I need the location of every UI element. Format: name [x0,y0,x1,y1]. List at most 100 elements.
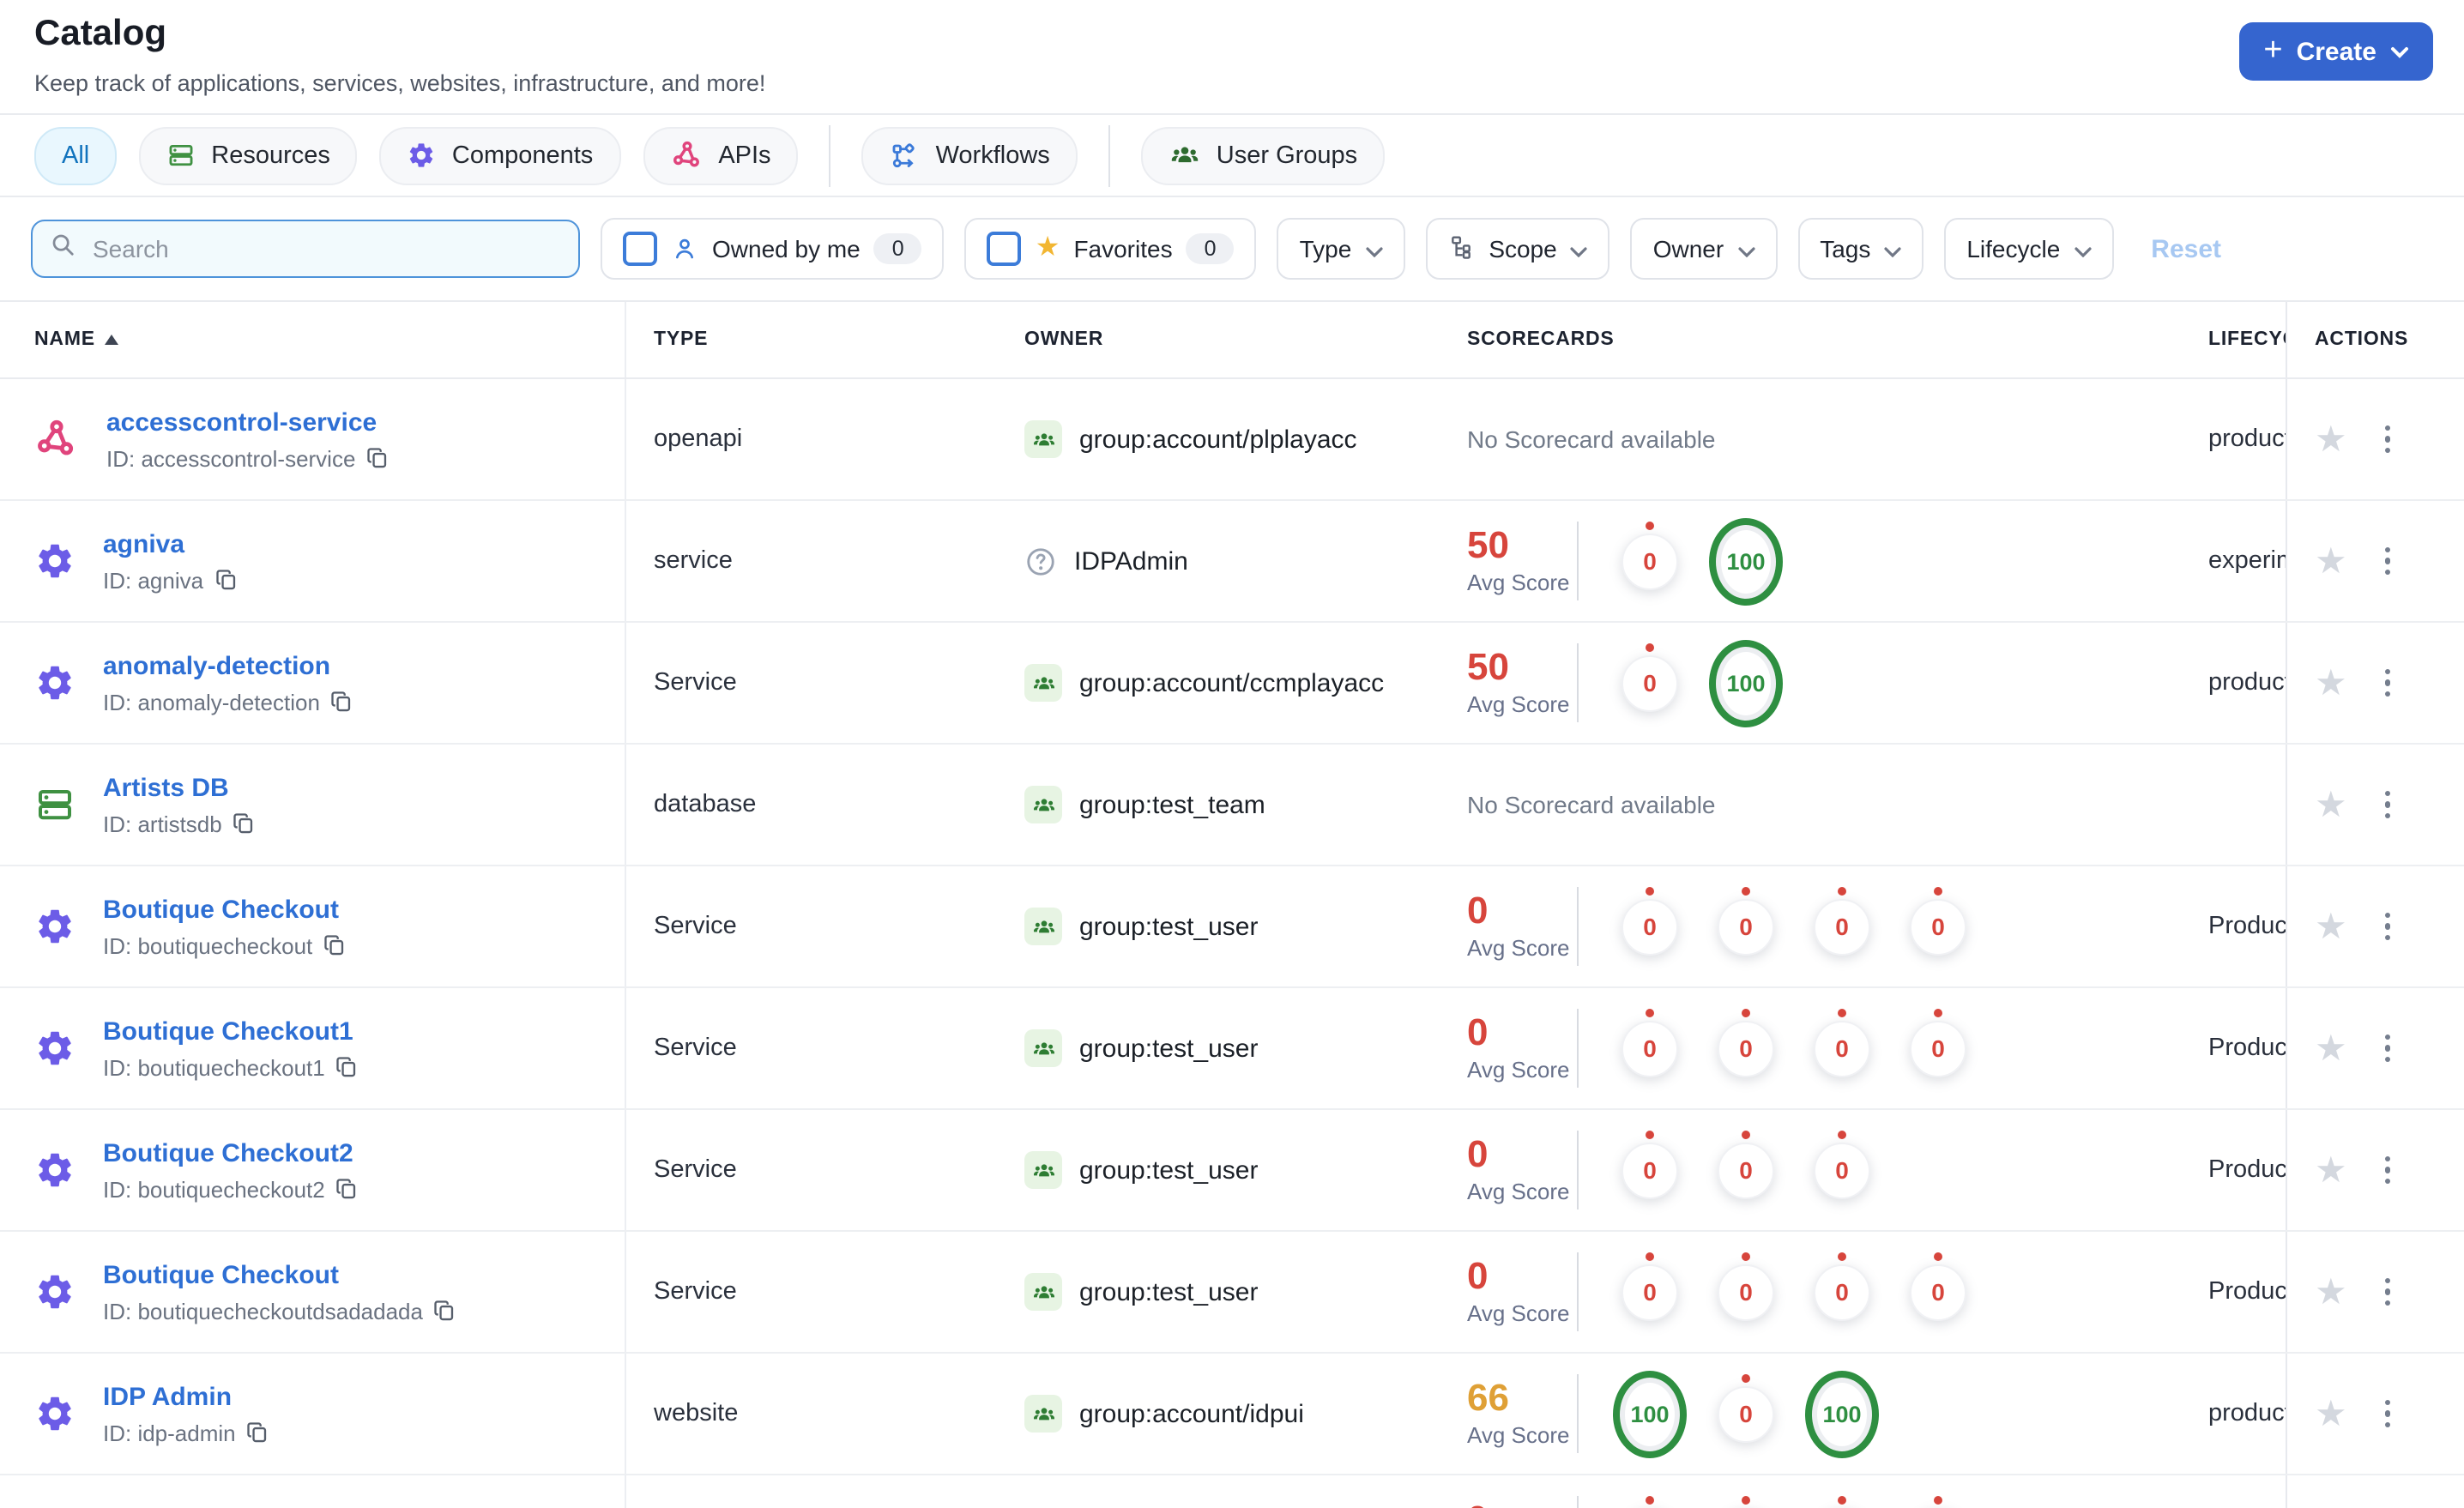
favorite-toggle-icon[interactable]: ★ [2315,1274,2347,1310]
lifecycle-value: Production [2208,1278,2286,1306]
favorite-toggle-icon[interactable]: ★ [2315,1396,2347,1432]
column-header-name[interactable]: NAME [0,302,626,377]
favorite-toggle-icon[interactable]: ★ [2315,421,2347,457]
copy-icon[interactable] [335,1177,359,1201]
scorecard-ring[interactable]: 0 [1814,1008,1870,1077]
kebab-menu-icon[interactable] [2382,909,2395,944]
scorecard-ring[interactable]: 0 [1622,642,1678,711]
owned-by-me-filter[interactable]: Owned by me 0 [601,218,945,280]
copy-icon[interactable] [323,933,347,957]
scorecard-ring[interactable]: 0 [1910,1252,1966,1320]
kebab-menu-icon[interactable] [2382,1275,2395,1310]
type-cell: service [626,546,1021,576]
entity-name-link[interactable]: anomaly-detection [103,651,354,680]
avg-score-value: 0 [1467,1254,1489,1297]
entity-name-link[interactable]: Boutique Checkout2 [103,1138,359,1167]
tab-all[interactable]: All [34,126,118,184]
favorite-toggle-icon[interactable]: ★ [2315,1030,2347,1066]
tab-workflows[interactable]: Workflows [861,126,1078,184]
copy-icon[interactable] [233,811,257,835]
entity-name-link[interactable]: agniva [103,529,238,558]
group-icon [1024,786,1062,823]
alert-dot [1934,1495,1942,1504]
scorecard-ring-value: 0 [1739,1278,1753,1306]
owner-cell: group:test_user [1021,1273,1464,1311]
entity-name-link[interactable]: Boutique Checkout [103,1260,457,1289]
entity-name-link[interactable]: Boutique Checkout1 [103,1016,359,1046]
filter-dropdown-scope[interactable]: Scope [1425,218,1610,280]
lifecycle-cell: production [2208,424,2286,455]
scorecard-ring[interactable]: 0 [1718,1008,1774,1077]
scorecard-ring[interactable]: 100 [1709,517,1783,605]
kebab-menu-icon[interactable] [2382,422,2395,457]
copy-icon[interactable] [433,1299,457,1323]
favorite-toggle-icon[interactable]: ★ [2315,665,2347,701]
favorites-checkbox[interactable] [987,232,1022,266]
scorecard-ring[interactable]: 0 [1622,886,1678,955]
scorecard-ring[interactable]: 100 [1805,1370,1879,1457]
kebab-menu-icon[interactable] [2382,1031,2395,1066]
scorecard-ring[interactable]: 0 [1718,1252,1774,1320]
scorecard-ring[interactable]: 0 [1622,1252,1678,1320]
name-cell: Boutique Checkout1 ID: boutiquecheckout1 [0,988,626,1108]
filter-dropdown-type[interactable]: Type [1277,218,1405,280]
tab-resources[interactable]: Resources [139,126,358,184]
kebab-menu-icon[interactable] [2382,1396,2395,1432]
scorecard-ring[interactable]: 0 [1910,886,1966,955]
entity-name-link[interactable]: IDP Admin [103,1382,270,1411]
copy-icon[interactable] [365,446,390,470]
scorecard-ring[interactable]: 0 [1814,886,1870,955]
scorecard-ring-slot: 0 [1709,1252,1783,1320]
scorecard-ring[interactable]: 0 [1814,1130,1870,1198]
entity-name-link[interactable]: Boutique Checkout [103,895,347,924]
favorite-toggle-icon[interactable]: ★ [2315,787,2347,823]
favorite-toggle-icon[interactable]: ★ [2315,543,2347,579]
favorite-toggle-icon[interactable]: ★ [2315,908,2347,944]
scorecard-ring[interactable]: 0 [1622,521,1678,589]
kebab-menu-icon[interactable] [2382,1153,2395,1188]
filter-dropdown-owner[interactable]: Owner [1630,218,1778,280]
kebab-menu-icon[interactable] [2382,787,2395,823]
search-box[interactable] [31,220,580,278]
scorecard-ring[interactable]: 0 [1622,1008,1678,1077]
copy-icon[interactable] [246,1421,270,1445]
column-header-owner: OWNER [1024,329,1104,350]
reset-filters-button[interactable]: Reset [2151,234,2221,263]
entity-name-link[interactable]: Jenkins Plugin Tesst [103,1504,357,1508]
tab-user-groups[interactable]: User Groups [1140,126,1386,184]
scorecard-ring-slot: 0 [1805,1008,1879,1077]
gear-icon [34,1028,75,1069]
scorecard-rings: 0 0 0 0 [1613,886,1975,955]
scorecard-ring[interactable]: 100 [1613,1370,1687,1457]
owned-by-me-checkbox[interactable] [623,232,657,266]
favorites-filter[interactable]: ★ Favorites 0 [964,218,1257,280]
filter-dropdown-tags[interactable]: Tags [1797,218,1924,280]
kebab-menu-icon[interactable] [2382,666,2395,701]
scorecard-ring[interactable]: 0 [1718,1373,1774,1442]
entity-name-link[interactable]: Artists DB [103,773,257,802]
copy-icon[interactable] [214,568,238,592]
scorecard-ring-value: 0 [1835,913,1849,940]
scorecard-ring[interactable]: 0 [1718,886,1774,955]
create-button[interactable]: + Create [2239,22,2433,81]
scorecard-ring[interactable]: 0 [1622,1130,1678,1198]
copy-icon[interactable] [330,690,354,714]
scorecard-ring-slot: 0 [1805,1130,1879,1198]
scorecard-ring-value: 0 [1739,1400,1753,1427]
filter-dropdown-lifecycle[interactable]: Lifecycle [1944,218,2114,280]
kebab-menu-icon[interactable] [2382,544,2395,579]
copy-icon[interactable] [335,1055,359,1079]
alert-dot [1742,1130,1750,1138]
search-icon [50,232,75,266]
scorecard-ring[interactable]: 0 [1814,1252,1870,1320]
group-icon [1024,1395,1062,1433]
tab-apis[interactable]: APIs [643,126,799,184]
favorite-toggle-icon[interactable]: ★ [2315,1152,2347,1188]
scorecard-ring[interactable]: 0 [1718,1130,1774,1198]
scorecard-ring[interactable]: 0 [1910,1008,1966,1077]
entity-id-label: ID: boutiquecheckout2 [103,1176,325,1202]
tab-components[interactable]: Components [379,126,621,184]
entity-name-link[interactable]: accesscontrol-service [106,407,390,437]
scorecard-ring[interactable]: 100 [1709,639,1783,727]
search-input[interactable] [89,233,561,264]
